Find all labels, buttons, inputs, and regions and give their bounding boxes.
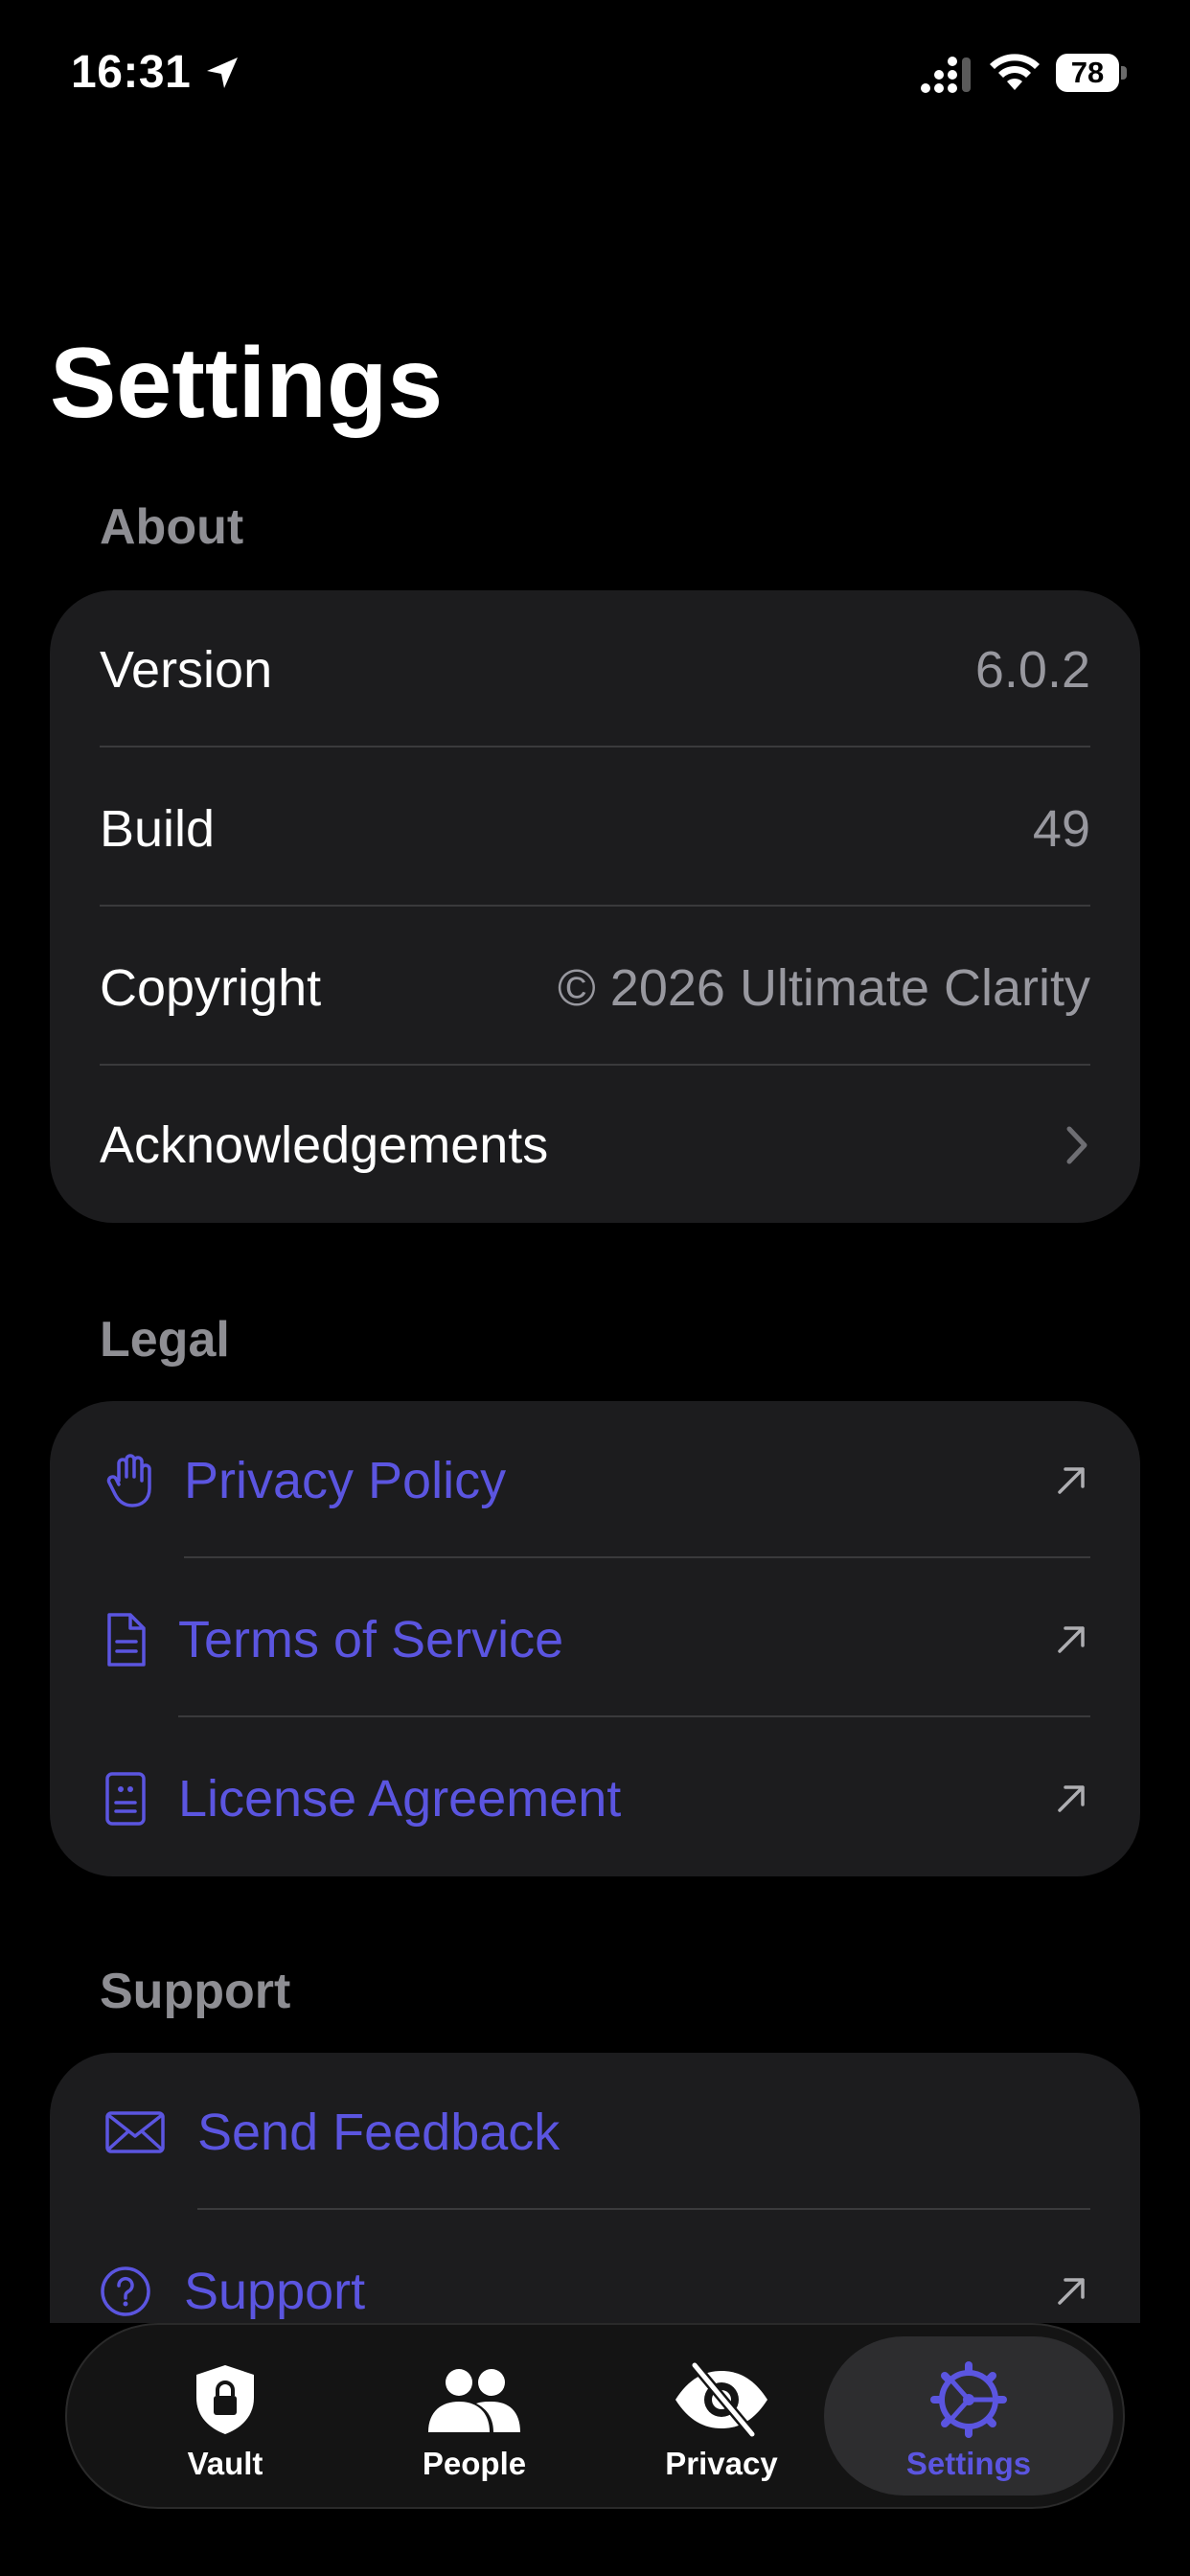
eye-slash-icon (675, 2361, 767, 2438)
page-title: Settings (50, 328, 444, 439)
version-label: Version (100, 641, 273, 699)
acknowledgements-label: Acknowledgements (100, 1116, 549, 1174)
battery-indicator: 78 (1056, 54, 1127, 92)
tab-label: Privacy (665, 2446, 778, 2481)
section-header-legal: Legal (100, 1312, 230, 1368)
copyright-row: Copyright © 2026 Ultimate Clarity (50, 908, 1140, 1068)
privacy-policy-row[interactable]: Privacy Policy (50, 1401, 1140, 1560)
support-card: Send Feedback Support (50, 2053, 1140, 2323)
license-agreement-label: License Agreement (178, 1770, 622, 1828)
support-row[interactable]: Support (50, 2212, 1140, 2323)
section-header-about: About (100, 499, 244, 555)
terms-of-service-label: Terms of Service (178, 1611, 564, 1668)
separator (184, 1556, 1090, 1558)
document-icon (107, 1613, 146, 1667)
version-value: 6.0.2 (974, 641, 1090, 699)
section-header-support: Support (100, 1964, 291, 2019)
copyright-value: © 2026 Ultimate Clarity (558, 959, 1090, 1017)
build-row: Build 49 (50, 749, 1140, 908)
build-value: 49 (1032, 800, 1090, 858)
separator (197, 2208, 1090, 2210)
wifi-icon (990, 54, 1040, 90)
separator (100, 905, 1090, 907)
copyright-label: Copyright (100, 959, 322, 1017)
hand-icon (106, 1454, 151, 1507)
tab-label: People (422, 2446, 527, 2481)
battery-level: 78 (1070, 56, 1105, 89)
chevron-right-icon (1066, 1126, 1087, 1164)
send-feedback-label: Send Feedback (197, 2104, 561, 2161)
legal-card: Privacy Policy Terms of Service License … (50, 1401, 1140, 1876)
tab-people[interactable]: People (355, 2325, 594, 2507)
support-label: Support (184, 2263, 366, 2320)
acknowledgements-row[interactable]: Acknowledgements (50, 1066, 1140, 1223)
cellular-signal-icon (921, 57, 971, 93)
location-arrow-icon (207, 58, 238, 88)
question-circle-icon (101, 2266, 150, 2316)
gear-icon (930, 2361, 1007, 2438)
tab-bar: Vault People Privacy Settings (65, 2323, 1125, 2509)
tab-settings[interactable]: Settings (849, 2325, 1088, 2507)
tab-label: Vault (187, 2446, 263, 2481)
tab-vault[interactable]: Vault (105, 2325, 345, 2507)
external-link-arrow-icon (1058, 2278, 1085, 2305)
version-row: Version 6.0.2 (50, 590, 1140, 749)
tab-privacy[interactable]: Privacy (602, 2325, 841, 2507)
external-link-arrow-icon (1058, 1467, 1085, 1494)
license-agreement-row[interactable]: License Agreement (50, 1719, 1140, 1876)
external-link-arrow-icon (1058, 1785, 1085, 1812)
separator (178, 1715, 1090, 1717)
tab-label: Settings (905, 2446, 1032, 2481)
separator (100, 746, 1090, 748)
terms-of-service-row[interactable]: Terms of Service (50, 1560, 1140, 1719)
shield-lock-icon (196, 2365, 254, 2434)
privacy-policy-label: Privacy Policy (184, 1452, 507, 1509)
status-bar: 16:31 78 (0, 0, 1190, 134)
about-card: Version 6.0.2 Build 49 Copyright © 2026 … (50, 590, 1140, 1223)
people-icon (428, 2369, 520, 2432)
external-link-arrow-icon (1058, 1626, 1085, 1653)
status-time: 16:31 (71, 47, 192, 98)
send-feedback-row[interactable]: Send Feedback (50, 2053, 1140, 2212)
license-icon (105, 1772, 146, 1826)
envelope-icon (105, 2111, 165, 2153)
build-label: Build (100, 800, 216, 858)
